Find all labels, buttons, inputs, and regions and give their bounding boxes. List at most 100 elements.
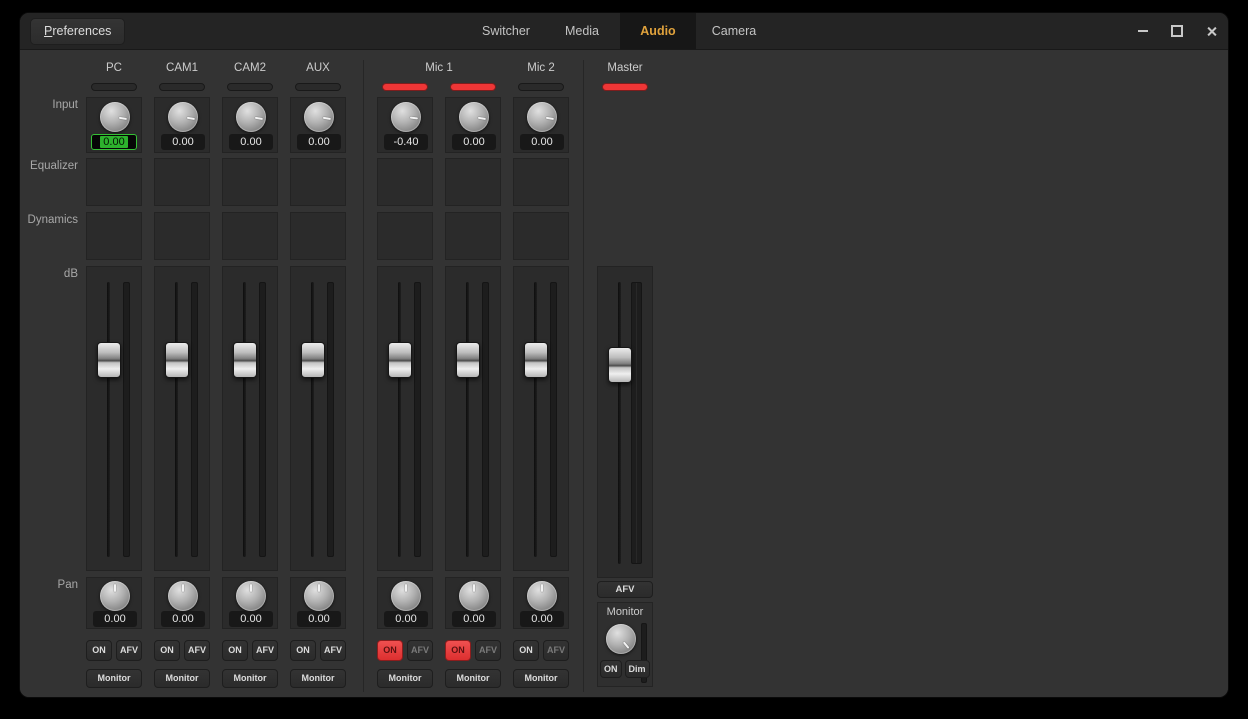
channel-strip-mic1-left: -0.40 0.00 ON AFV Monitor: [377, 50, 433, 697]
monitor-button[interactable]: Monitor: [222, 669, 278, 688]
pan-section: 0.00: [86, 577, 142, 629]
minimize-button[interactable]: [1131, 19, 1155, 43]
on-button-active[interactable]: ON: [445, 640, 471, 661]
fader-handle[interactable]: [524, 342, 548, 378]
pan-knob[interactable]: [236, 581, 266, 611]
afv-button[interactable]: AFV: [543, 640, 569, 661]
afv-button[interactable]: AFV: [116, 640, 142, 661]
equalizer-section[interactable]: [154, 158, 210, 206]
equalizer-section[interactable]: [290, 158, 346, 206]
fader-handle[interactable]: [456, 342, 480, 378]
app-window: Preferences Switcher Media Audio Camera …: [20, 13, 1228, 697]
fader-section: [222, 266, 278, 571]
dynamics-section[interactable]: [377, 212, 433, 260]
pan-field[interactable]: 0.00: [229, 611, 273, 627]
maximize-icon: [1171, 25, 1183, 37]
input-gain-knob[interactable]: [304, 102, 334, 132]
tab-switcher[interactable]: Switcher: [468, 13, 544, 49]
fader-handle[interactable]: [97, 342, 121, 378]
input-gain-knob[interactable]: [391, 102, 421, 132]
equalizer-section[interactable]: [222, 158, 278, 206]
fader-handle[interactable]: [388, 342, 412, 378]
pan-knob[interactable]: [459, 581, 489, 611]
pan-knob[interactable]: [304, 581, 334, 611]
input-gain-field[interactable]: 0.00: [91, 134, 137, 150]
close-icon: [1206, 26, 1217, 37]
monitor-dim-button[interactable]: Dim: [625, 660, 650, 678]
pan-knob[interactable]: [100, 581, 130, 611]
on-button[interactable]: ON: [222, 640, 248, 661]
level-meter: [482, 282, 489, 557]
afv-button[interactable]: AFV: [184, 640, 210, 661]
channel-strip-cam2: 0.00 0.00 ON AFV Monitor: [222, 50, 278, 697]
on-button[interactable]: ON: [154, 640, 180, 661]
tab-media[interactable]: Media: [544, 13, 620, 49]
equalizer-section[interactable]: [445, 158, 501, 206]
input-gain-field[interactable]: 0.00: [520, 134, 564, 150]
monitor-button[interactable]: Monitor: [513, 669, 569, 688]
dynamics-section[interactable]: [86, 212, 142, 260]
afv-button[interactable]: AFV: [320, 640, 346, 661]
pan-field[interactable]: 0.00: [520, 611, 564, 627]
afv-button[interactable]: AFV: [475, 640, 501, 661]
dynamics-section[interactable]: [290, 212, 346, 260]
group-separator: [363, 60, 364, 692]
equalizer-section[interactable]: [377, 158, 433, 206]
fader-handle[interactable]: [165, 342, 189, 378]
pan-field[interactable]: 0.00: [452, 611, 496, 627]
on-button[interactable]: ON: [513, 640, 539, 661]
pan-knob[interactable]: [527, 581, 557, 611]
input-gain-knob[interactable]: [100, 102, 130, 132]
fader-handle[interactable]: [608, 347, 632, 383]
level-indicator: [227, 83, 273, 91]
preferences-button[interactable]: Preferences: [30, 18, 125, 45]
equalizer-section[interactable]: [513, 158, 569, 206]
monitor-volume-knob[interactable]: [606, 624, 636, 654]
row-label-input: Input: [20, 99, 78, 111]
master-afv-button[interactable]: AFV: [597, 581, 653, 598]
tab-camera[interactable]: Camera: [696, 13, 772, 49]
input-gain-field[interactable]: -0.40: [384, 134, 428, 150]
tab-audio[interactable]: Audio: [620, 13, 696, 49]
input-gain-knob[interactable]: [168, 102, 198, 132]
pan-section: 0.00: [513, 577, 569, 629]
pan-field[interactable]: 0.00: [161, 611, 205, 627]
row-label-dynamics: Dynamics: [20, 214, 78, 226]
dynamics-section[interactable]: [222, 212, 278, 260]
pan-field[interactable]: 0.00: [93, 611, 137, 627]
on-button[interactable]: ON: [290, 640, 316, 661]
close-button[interactable]: [1199, 19, 1223, 43]
input-gain-field[interactable]: 0.00: [229, 134, 273, 150]
input-section: 0.00: [86, 97, 142, 153]
dynamics-section[interactable]: [513, 212, 569, 260]
monitor-button[interactable]: Monitor: [290, 669, 346, 688]
knob-pointer: [459, 581, 489, 611]
input-gain-knob[interactable]: [527, 102, 557, 132]
input-gain-knob[interactable]: [459, 102, 489, 132]
input-gain-field[interactable]: 0.00: [452, 134, 496, 150]
monitor-on-button[interactable]: ON: [600, 660, 622, 678]
on-button-active[interactable]: ON: [377, 640, 403, 661]
level-meter: [259, 282, 266, 557]
pan-field[interactable]: 0.00: [384, 611, 428, 627]
monitor-button[interactable]: Monitor: [154, 669, 210, 688]
afv-button[interactable]: AFV: [407, 640, 433, 661]
fader-track: [107, 282, 110, 557]
monitor-button[interactable]: Monitor: [86, 669, 142, 688]
equalizer-section[interactable]: [86, 158, 142, 206]
pan-knob[interactable]: [168, 581, 198, 611]
dynamics-section[interactable]: [445, 212, 501, 260]
pan-knob[interactable]: [391, 581, 421, 611]
dynamics-section[interactable]: [154, 212, 210, 260]
fader-handle[interactable]: [301, 342, 325, 378]
pan-field[interactable]: 0.00: [297, 611, 341, 627]
monitor-button[interactable]: Monitor: [377, 669, 433, 688]
afv-button[interactable]: AFV: [252, 640, 278, 661]
input-gain-knob[interactable]: [236, 102, 266, 132]
input-gain-field[interactable]: 0.00: [161, 134, 205, 150]
maximize-button[interactable]: [1165, 19, 1189, 43]
on-button[interactable]: ON: [86, 640, 112, 661]
fader-handle[interactable]: [233, 342, 257, 378]
monitor-button[interactable]: Monitor: [445, 669, 501, 688]
input-gain-field[interactable]: 0.00: [297, 134, 341, 150]
